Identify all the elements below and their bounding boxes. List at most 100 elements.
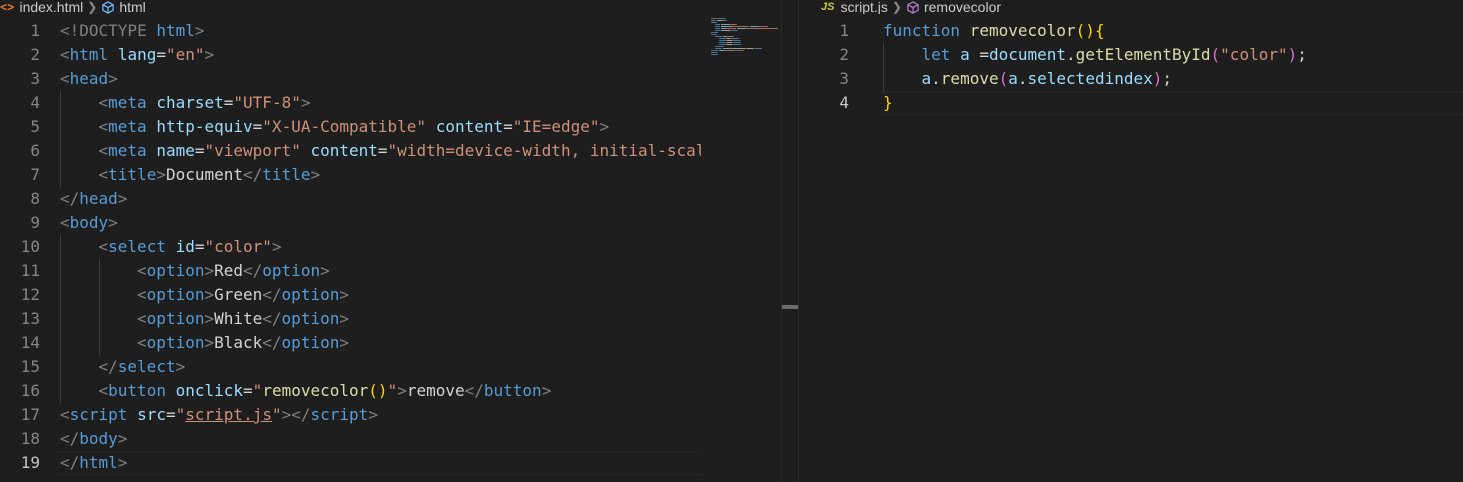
code-line[interactable]: 3 <head> (0, 67, 798, 91)
minimap-stroke (740, 44, 741, 45)
minimap[interactable] (701, 0, 781, 482)
code-token: function (883, 21, 961, 40)
breadcrumb: <> index.html ❯ html (0, 0, 798, 14)
breadcrumb-file[interactable]: index.html (19, 0, 83, 14)
code-token: removecolor (969, 21, 1076, 40)
code-token: document (988, 45, 1067, 64)
code-line[interactable]: 11 <option>Red</option> (0, 259, 798, 283)
code-token: remove (940, 69, 999, 88)
code-token: "color" (204, 237, 272, 256)
indent-guide (60, 139, 61, 163)
code-line[interactable]: 4} (799, 91, 1463, 115)
code-text: <meta charset="UTF-8"> (60, 91, 311, 115)
line-number: 3 (30, 69, 40, 88)
indent-guide (60, 259, 61, 283)
code-line[interactable]: 2 let a =document.getElementById("color")… (799, 43, 1463, 67)
code-token: button (108, 381, 166, 400)
code-token: > (117, 453, 128, 472)
js-file-icon: JS (821, 1, 835, 13)
minimap-stroke (717, 54, 718, 55)
code-token: < (137, 261, 147, 280)
vertical-scrollbar[interactable] (781, 0, 798, 482)
code-token: script (310, 405, 369, 424)
line-number: 2 (839, 45, 849, 64)
code-token: remove (406, 381, 465, 400)
code-token: ( (998, 69, 1009, 88)
minimap-stroke (743, 50, 744, 51)
code-token: > (117, 189, 128, 208)
indent-guide (60, 307, 61, 331)
code-line[interactable]: 13 <option>White</option> (0, 307, 798, 331)
line-number: 13 (20, 309, 40, 328)
code-token: Red (214, 261, 244, 280)
minimap-stroke (717, 32, 718, 33)
minimap-stroke (725, 18, 726, 19)
code-text: let a =document.getElementById("color"); (883, 43, 1307, 67)
indent-guide (60, 91, 61, 115)
line-number: 3 (839, 69, 849, 88)
code-token: < (137, 309, 147, 328)
code-token: "color" (1220, 45, 1288, 64)
html-editor-pane[interactable]: <> index.html ❯ html 1 <!DOCTYPE html> 2 <html… (0, 0, 798, 482)
scrollbar-marker (782, 305, 798, 309)
code-text: function removecolor(){ (883, 19, 1105, 43)
code-line[interactable]: 15 </select> (0, 355, 798, 379)
breadcrumb-symbol[interactable]: html (119, 0, 145, 14)
code-line[interactable]: 16 <button onclick="removecolor()">remove… (0, 379, 798, 403)
breadcrumb-file[interactable]: script.js (840, 0, 887, 14)
minimap-stroke (736, 24, 737, 25)
code-token: = (252, 117, 263, 136)
code-line[interactable]: 1 <!DOCTYPE html> (0, 19, 798, 43)
code-token: </ (243, 261, 263, 280)
code-line[interactable]: 9 <body> (0, 211, 798, 235)
code-line[interactable]: 5 <meta http-equiv="X-UA-Compatible" cont… (0, 115, 798, 139)
code-line[interactable]: 14 <option>Black</option> (0, 331, 798, 355)
code-token: "en" (165, 45, 205, 64)
minimap-stroke (726, 36, 733, 37)
code-token: > (175, 357, 186, 376)
code-token: ; (1162, 69, 1173, 88)
code-line[interactable]: 1 function removecolor(){ (799, 19, 1463, 43)
code-token: < (98, 237, 109, 256)
code-token: option (281, 285, 340, 304)
code-token: name (156, 141, 195, 160)
code-token: content (435, 117, 504, 136)
code-line[interactable]: 6 <meta name="viewport" content="width=de… (0, 139, 798, 163)
code-token: > (397, 381, 407, 400)
code-token: head (79, 189, 118, 208)
code-token: a (960, 45, 970, 64)
code-token: ) (1287, 45, 1298, 64)
code-token: option (146, 261, 205, 280)
minimap-stroke (732, 26, 749, 27)
code-line[interactable]: 2 <html lang="en"> (0, 43, 798, 67)
code-token: "IE=edge" (512, 117, 600, 136)
code-line[interactable]: 10 <select id="color"> (0, 235, 798, 259)
minimap-stroke (745, 28, 778, 29)
code-token: </ (243, 165, 263, 184)
code-text: </head> (60, 187, 127, 211)
code-line[interactable]: 7 <title>Document</title> (0, 163, 798, 187)
code-text: <head> (60, 67, 118, 91)
code-line[interactable]: 4 <meta charset="UTF-8"> (0, 91, 798, 115)
indent-guide (60, 331, 61, 355)
code-line[interactable]: 19 </html> (0, 451, 798, 475)
indent-guide (60, 355, 61, 379)
code-line[interactable]: 8 </head> (0, 187, 798, 211)
code-token: script.js (185, 405, 272, 424)
code-line[interactable]: 18 </body> (0, 427, 798, 451)
code-token: " (175, 405, 186, 424)
code-token: title (262, 165, 311, 184)
code-line[interactable]: 17 <script src="script.js"></script> (0, 403, 798, 427)
js-editor-pane[interactable]: JS script.js ❯ removecolor 1 function remove… (799, 0, 1463, 482)
indent-guide (60, 283, 61, 307)
code-token: http-equiv (156, 117, 253, 136)
code-token: () (368, 381, 388, 400)
code-token: src (137, 405, 166, 424)
breadcrumb-symbol[interactable]: removecolor (924, 0, 1001, 14)
code-line[interactable]: 3 a.remove(a.selectedindex); (799, 67, 1463, 91)
code-token: </ (464, 381, 484, 400)
code-line[interactable]: 12 <option>Green</option> (0, 283, 798, 307)
element-cube-icon (101, 0, 119, 14)
code-token: > (541, 381, 552, 400)
